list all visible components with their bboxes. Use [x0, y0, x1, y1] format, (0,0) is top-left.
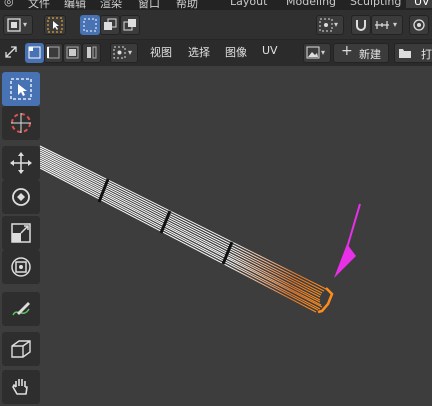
snap-magnet-icon [356, 20, 366, 31]
tool-select-box-button[interactable] [44, 15, 66, 35]
chevron-down-icon: ▾ [23, 20, 28, 29]
annotation-arrow [334, 203, 361, 278]
menu-image[interactable]: 图像 [225, 44, 247, 60]
uv-vertex-select-icon [28, 46, 41, 59]
editor-header: ▾ 视图 选择 图像 UV ▾ + 新建 打 [0, 40, 432, 66]
menu-render[interactable]: 渲染 [100, 0, 122, 10]
snap-increment-icon [375, 21, 389, 29]
chevron-down-icon: ▾ [128, 48, 133, 57]
uv-vertex-select-button[interactable] [25, 43, 44, 63]
cursor-box-icon [10, 78, 32, 100]
cursor-tool[interactable] [2, 106, 40, 140]
open-image-button[interactable]: 打 [394, 43, 432, 63]
select-box-tool[interactable] [2, 72, 40, 106]
move-tool[interactable] [2, 146, 40, 180]
workspace-tab-modeling[interactable]: Modeling [278, 0, 344, 8]
plus-icon: + [341, 43, 353, 59]
pan-tool[interactable] [2, 370, 40, 404]
uv-viewport[interactable] [0, 66, 432, 406]
select-box-icon [47, 17, 63, 33]
chevron-down-icon: ▾ [321, 48, 326, 57]
sticky-selection-icon [113, 46, 126, 59]
workspace-tab-layout[interactable]: Layout [222, 0, 275, 8]
uv-face-select-icon [66, 46, 79, 59]
rotate-tool[interactable] [2, 180, 40, 214]
workspace-tab-sculpting[interactable]: Sculpting [342, 0, 409, 8]
3d-cursor-icon [11, 113, 31, 133]
select-mode-subtract-button[interactable] [120, 15, 140, 35]
menu-uv[interactable]: UV [262, 44, 278, 57]
tool-header: ▾ ▾ ▾ [0, 10, 432, 40]
uv-island-select-icon [87, 46, 97, 59]
scale-tool[interactable] [2, 216, 40, 250]
pivot-point-dropdown[interactable]: ▾ [316, 15, 344, 35]
open-image-label: 打 [421, 48, 432, 61]
proportional-edit-icon [413, 19, 425, 31]
tool-shelf [0, 66, 42, 406]
transform-tool[interactable] [2, 250, 40, 284]
image-browse-icon [306, 46, 320, 59]
select-mode-new-button[interactable] [80, 15, 100, 35]
hand-icon [12, 379, 28, 395]
grab-cube-icon [11, 340, 31, 358]
proportional-edit-toggle[interactable] [409, 15, 429, 35]
move-icon [10, 152, 32, 174]
scale-icon [11, 223, 31, 243]
chevron-down-icon: ▾ [334, 20, 339, 29]
workspace-tab-uv[interactable]: UV [406, 0, 432, 8]
uv-edge-select-icon [47, 46, 60, 59]
new-image-button[interactable]: + 新建 [333, 43, 389, 63]
menu-help[interactable]: 帮助 [176, 0, 198, 10]
uv-editor-icon [7, 18, 21, 32]
uv-island-select-button[interactable] [82, 43, 101, 63]
sync-selection-toggle[interactable] [1, 43, 21, 63]
uv-island-strip[interactable] [39, 145, 334, 314]
grab-tool[interactable] [2, 332, 40, 366]
menu-view[interactable]: 视图 [150, 44, 172, 60]
pivot-icon [319, 18, 333, 32]
image-browse-dropdown[interactable]: ▾ [303, 43, 331, 63]
snap-toggle[interactable] [351, 15, 371, 35]
menu-edit[interactable]: 编辑 [64, 0, 86, 10]
menu-window[interactable]: 窗口 [138, 0, 160, 10]
sticky-selection-dropdown[interactable]: ▾ [110, 43, 138, 63]
chevron-down-icon: ▾ [393, 20, 398, 29]
rotate-icon [12, 188, 30, 206]
folder-icon [399, 49, 411, 58]
annotate-tool[interactable] [2, 292, 40, 326]
blender-icon[interactable]: ◎ [4, 0, 14, 8]
menu-file[interactable]: 文件 [28, 0, 50, 10]
select-subtract-icon [123, 19, 136, 31]
top-menu-bar: ◎ 文件 编辑 渲染 窗口 帮助 Layout Modeling Sculpti… [0, 0, 432, 10]
select-mode-extend-button[interactable] [100, 15, 120, 35]
uv-edge-select-button[interactable] [44, 43, 63, 63]
editor-type-button[interactable]: ▾ [3, 15, 33, 35]
select-new-icon [83, 18, 97, 32]
select-extend-icon [104, 18, 117, 30]
sync-selection-icon [5, 46, 17, 58]
snap-target-dropdown[interactable]: ▾ [371, 15, 403, 35]
menu-select[interactable]: 选择 [188, 44, 210, 60]
uv-face-select-button[interactable] [63, 43, 82, 63]
transform-icon [11, 257, 31, 277]
new-image-label: 新建 [359, 48, 381, 61]
annotate-pencil-icon [12, 302, 30, 316]
